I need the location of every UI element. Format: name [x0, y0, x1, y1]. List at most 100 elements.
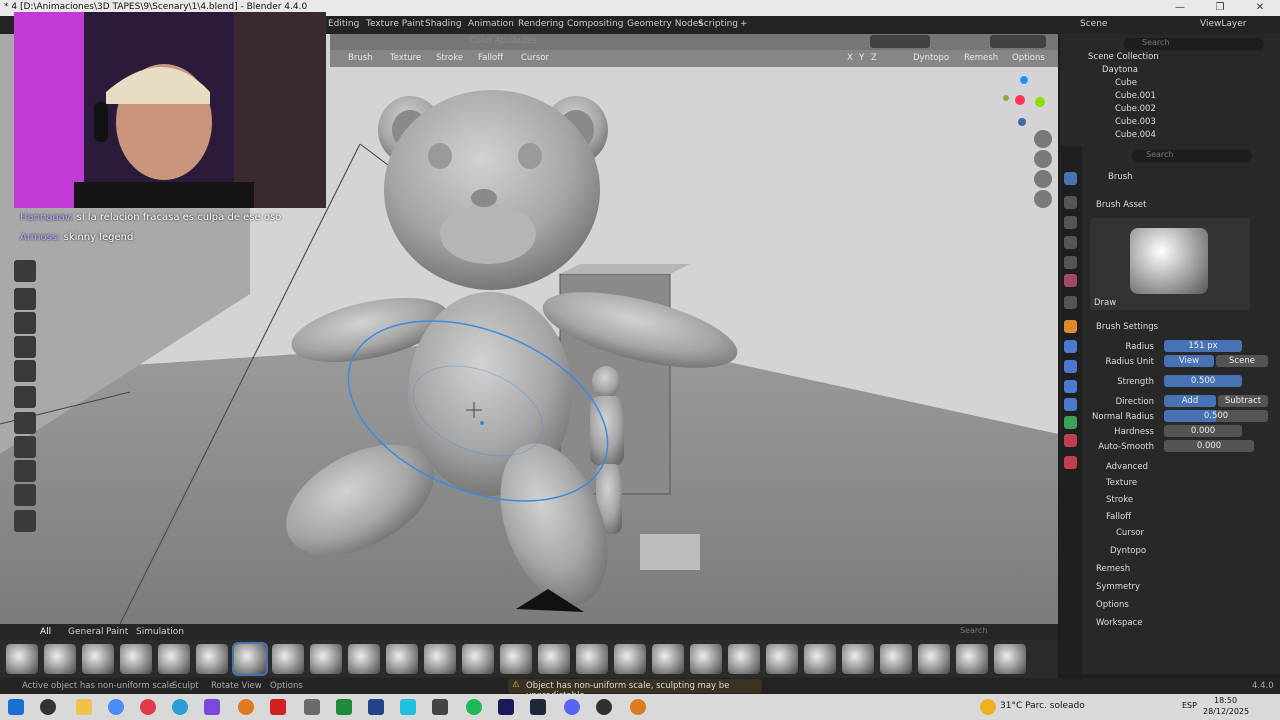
maximize-button[interactable]: ❐	[1200, 0, 1240, 16]
radius-unit-view-button[interactable]: View	[1164, 355, 1214, 367]
brush-asset-panel-header[interactable]: Brush Asset	[1096, 200, 1146, 210]
data-tab-icon[interactable]	[1064, 416, 1077, 429]
stroke-menu[interactable]: Stroke	[436, 53, 463, 63]
properties-search-input[interactable]: Search	[1132, 150, 1252, 162]
shelf-tab-paint[interactable]: Paint	[106, 627, 128, 637]
cursor-subpanel[interactable]: Cursor	[1116, 528, 1144, 538]
stroke-subpanel[interactable]: Stroke	[1106, 495, 1133, 505]
mirror-x-toggle[interactable]: X	[847, 53, 853, 63]
obs-icon[interactable]	[596, 699, 612, 715]
mirror-y-toggle[interactable]: Y	[859, 53, 864, 63]
weather-text[interactable]: 31°C Parc. soleado	[1000, 701, 1085, 711]
modifiers-tab-icon[interactable]	[1064, 340, 1077, 353]
rotate-tool-button[interactable]	[14, 436, 36, 458]
scene-name[interactable]: Scene	[1080, 19, 1107, 29]
pan-hand-icon[interactable]	[1034, 150, 1052, 168]
mask-tool-button[interactable]	[14, 288, 36, 310]
tab-animation[interactable]: Animation	[468, 19, 514, 29]
brush-settings-panel-header[interactable]: Brush Settings	[1096, 322, 1158, 332]
brush-thumbnail[interactable]	[500, 644, 532, 674]
tool-icon[interactable]	[432, 699, 448, 715]
brush-thumbnail[interactable]	[842, 644, 874, 674]
spotify-icon[interactable]	[466, 699, 482, 715]
brush-thumbnail[interactable]	[804, 644, 836, 674]
brush-thumbnail[interactable]	[728, 644, 760, 674]
brush-thumbnail[interactable]	[690, 644, 722, 674]
app-icon[interactable]	[204, 699, 220, 715]
steam-icon[interactable]	[530, 699, 546, 715]
after-effects-icon[interactable]	[498, 699, 514, 715]
direction-subtract-button[interactable]: Subtract	[1218, 395, 1268, 407]
tool-tab-icon[interactable]	[1064, 172, 1077, 185]
scale-tool-button[interactable]	[14, 460, 36, 482]
texture-menu[interactable]: Texture	[390, 53, 421, 63]
tab-scripting[interactable]: Scripting	[698, 19, 738, 29]
dyntopo-menu[interactable]: Dyntopo	[913, 53, 949, 63]
advanced-subpanel[interactable]: Advanced	[1106, 462, 1148, 472]
shelf-tab-simulation[interactable]: Simulation	[136, 627, 184, 637]
shelf-tab-all[interactable]: All	[40, 627, 51, 637]
clock-time[interactable]: 18:50	[1214, 696, 1237, 705]
edge-icon[interactable]	[172, 699, 188, 715]
navigation-gizmo[interactable]	[996, 74, 1052, 130]
box-mask-tool-button[interactable]	[14, 312, 36, 334]
brush-thumbnail[interactable]	[918, 644, 950, 674]
brush-asset-preview[interactable]: Draw	[1090, 218, 1250, 310]
brush-thumbnail[interactable]	[272, 644, 304, 674]
tab-shading[interactable]: Shading	[425, 19, 462, 29]
collection-row[interactable]: Daytona	[1060, 65, 1280, 78]
tab-geometry-nodes[interactable]: Geometry Nodes	[627, 19, 703, 29]
brush-thumbnail[interactable]	[956, 644, 988, 674]
file-explorer-icon[interactable]	[76, 699, 92, 715]
brush-thumbnail[interactable]	[424, 644, 456, 674]
brush-thumbnail[interactable]	[158, 644, 190, 674]
tab-rendering[interactable]: Rendering	[518, 19, 564, 29]
zoom-tool-button[interactable]	[14, 386, 36, 408]
radius-field[interactable]: 151 px	[1164, 340, 1242, 352]
discord-icon[interactable]	[564, 699, 580, 715]
texture-subpanel[interactable]: Texture	[1106, 478, 1137, 488]
view-layer-tab-icon[interactable]	[1064, 236, 1077, 249]
physics-tab-icon[interactable]	[1064, 380, 1077, 393]
strength-field[interactable]: 0.500	[1164, 375, 1242, 387]
dyntopo-panel[interactable]: Dyntopo	[1110, 546, 1146, 556]
remesh-panel[interactable]: Remesh	[1096, 564, 1130, 574]
close-button[interactable]: ✕	[1240, 0, 1280, 16]
outliner-search-input[interactable]: Search	[1124, 38, 1264, 50]
brush-thumbnail[interactable]	[82, 644, 114, 674]
blender-active-icon[interactable]	[630, 699, 646, 715]
brush-thumbnail[interactable]	[462, 644, 494, 674]
outliner-object-row[interactable]: Cube.003	[1060, 117, 1280, 130]
brush-thumbnail[interactable]	[196, 644, 228, 674]
brush-thumbnail[interactable]	[44, 644, 76, 674]
blender-icon[interactable]	[238, 699, 254, 715]
brush-thumbnail[interactable]	[310, 644, 342, 674]
recorder-icon[interactable]	[270, 699, 286, 715]
color-attributes-dropdown[interactable]: Color Attributes	[470, 36, 537, 46]
falloff-subpanel[interactable]: Falloff	[1106, 512, 1131, 522]
zoom-icon[interactable]	[1034, 130, 1052, 148]
texture-tab-icon[interactable]	[1064, 456, 1077, 469]
constraints-tab-icon[interactable]	[1064, 398, 1077, 411]
shading-mode-buttons[interactable]	[990, 35, 1046, 48]
outliner-object-row[interactable]: Cube	[1060, 78, 1280, 91]
tab-texture-paint[interactable]: Texture Paint	[366, 19, 424, 29]
remesh-menu[interactable]: Remesh	[964, 53, 998, 63]
symmetry-panel[interactable]: Symmetry	[1096, 582, 1140, 592]
brush-thumbnail[interactable]	[6, 644, 38, 674]
outliner-object-row[interactable]: Cube.001	[1060, 91, 1280, 104]
clock-date[interactable]: 28/12/2025	[1203, 707, 1249, 716]
opera-icon[interactable]	[140, 699, 156, 715]
move-tool-button[interactable]	[14, 412, 36, 434]
hardness-field[interactable]: 0.000	[1164, 425, 1242, 437]
mirror-z-toggle[interactable]: Z	[871, 53, 877, 63]
object-tab-icon[interactable]	[1064, 320, 1077, 333]
brush-thumbnail[interactable]	[538, 644, 570, 674]
shelf-tab-general[interactable]: General	[68, 627, 103, 637]
particles-tab-icon[interactable]	[1064, 360, 1077, 373]
search-icon[interactable]	[40, 699, 56, 715]
store-icon[interactable]	[400, 699, 416, 715]
brush-thumbnail[interactable]	[880, 644, 912, 674]
mesh-filter-tool-button[interactable]	[14, 360, 36, 382]
collection-tab-icon[interactable]	[1064, 296, 1077, 309]
